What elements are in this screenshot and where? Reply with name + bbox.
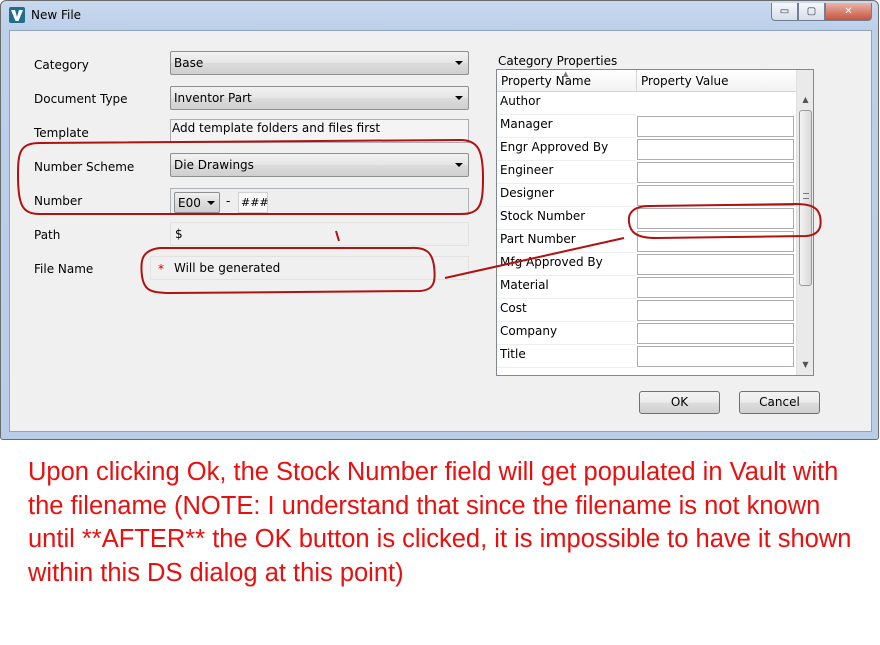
column-header-property-value[interactable]: Property Value: [641, 74, 729, 88]
document-type-value: Inventor Part: [174, 91, 252, 105]
chevron-down-icon: [455, 96, 463, 100]
document-type-label: Document Type: [34, 92, 128, 106]
property-name: Engr Approved By: [500, 140, 609, 154]
grid-header: ▲ Property Name Property Value: [497, 70, 796, 92]
property-name: Engineer: [500, 163, 554, 177]
property-name: Title: [500, 347, 526, 361]
property-value-input[interactable]: [637, 231, 794, 252]
title-bar[interactable]: New File ▭ ▢ ✕: [1, 1, 878, 29]
path-field: [170, 222, 469, 246]
property-value-input[interactable]: [637, 185, 794, 206]
property-row[interactable]: Author: [497, 92, 796, 115]
property-row[interactable]: Cost: [497, 299, 796, 322]
close-icon: ✕: [844, 6, 853, 17]
file-name-value: Will be generated: [174, 261, 281, 275]
template-field[interactable]: Add template folders and files first: [170, 119, 469, 143]
property-name: Manager: [500, 117, 553, 131]
number-group: E00 - ###: [170, 188, 469, 215]
properties-grid[interactable]: ▲ Property Name Property Value Author Man…: [496, 69, 814, 376]
category-label: Category: [34, 58, 89, 72]
scroll-up-arrow-icon[interactable]: ▲: [797, 92, 813, 109]
property-name: Stock Number: [500, 209, 586, 223]
file-name-label: File Name: [34, 262, 94, 276]
property-row[interactable]: Designer: [497, 184, 796, 207]
category-properties-title: Category Properties: [498, 54, 618, 68]
column-header-property-name[interactable]: Property Name: [501, 74, 591, 88]
number-separator: -: [226, 194, 231, 208]
property-value-input[interactable]: [637, 208, 794, 229]
column-divider[interactable]: [636, 70, 637, 92]
minimize-button[interactable]: ▭: [771, 3, 798, 21]
annotation-note: Upon clicking Ok, the Stock Number field…: [28, 458, 852, 587]
path-value: $: [175, 227, 183, 241]
property-value-input[interactable]: [637, 139, 794, 160]
property-row[interactable]: Company: [497, 322, 796, 345]
scroll-thumb[interactable]: [799, 110, 812, 286]
vault-app-icon: [9, 7, 25, 23]
scroll-down-arrow-icon[interactable]: ▼: [797, 356, 813, 373]
property-name: Cost: [500, 301, 527, 315]
grid-rows: Author Manager Engr Approved By Engineer Des…: [497, 92, 796, 368]
new-file-window: New File ▭ ▢ ✕ Category Base Document Ty…: [0, 0, 879, 440]
number-scheme-label: Number Scheme: [34, 160, 135, 174]
path-label: Path: [34, 228, 61, 242]
number-scheme-select[interactable]: Die Drawings: [170, 153, 469, 177]
row-divider: [497, 367, 636, 368]
property-row[interactable]: Material: [497, 276, 796, 299]
number-prefix-value: E00: [178, 196, 201, 210]
ok-button[interactable]: OK: [639, 391, 720, 414]
property-value-input[interactable]: [637, 323, 794, 344]
property-name: Material: [500, 278, 549, 292]
grip-icon: [803, 193, 809, 199]
number-prefix-select[interactable]: E00: [174, 192, 220, 213]
property-row[interactable]: Engineer: [497, 161, 796, 184]
number-pattern-field[interactable]: ###: [238, 192, 269, 213]
document-type-select[interactable]: Inventor Part: [170, 86, 469, 110]
chevron-down-icon: [455, 163, 463, 167]
property-value-input[interactable]: [637, 254, 794, 275]
chevron-down-icon: [455, 61, 463, 65]
category-select[interactable]: Base: [170, 51, 469, 75]
cancel-button[interactable]: Cancel: [739, 391, 820, 414]
property-name: Designer: [500, 186, 554, 200]
property-name: Author: [500, 94, 541, 108]
property-value-input[interactable]: [637, 162, 794, 183]
property-value-input[interactable]: [637, 346, 794, 367]
window-title: New File: [31, 8, 82, 22]
property-name: Mfg Approved By: [500, 255, 603, 269]
maximize-button[interactable]: ▢: [798, 3, 825, 21]
property-value-input[interactable]: [637, 116, 794, 137]
property-value-input[interactable]: [637, 277, 794, 298]
property-row[interactable]: Manager: [497, 115, 796, 138]
number-label: Number: [34, 194, 83, 208]
property-row[interactable]: Part Number: [497, 230, 796, 253]
maximize-icon: ▢: [806, 6, 817, 17]
property-row[interactable]: Stock Number: [497, 207, 796, 230]
property-value-input[interactable]: [637, 300, 794, 321]
property-row[interactable]: Engr Approved By: [497, 138, 796, 161]
property-name: Company: [500, 324, 558, 338]
required-marker: *: [158, 262, 164, 276]
category-value: Base: [174, 56, 204, 70]
template-value: Add template folders and files first: [172, 121, 381, 135]
minimize-icon: ▭: [779, 6, 790, 17]
vertical-scrollbar[interactable]: ▲ ▼: [796, 70, 813, 375]
property-row[interactable]: Title: [497, 345, 796, 368]
property-row[interactable]: Mfg Approved By: [497, 253, 796, 276]
number-scheme-value: Die Drawings: [174, 158, 254, 172]
close-button[interactable]: ✕: [825, 3, 872, 21]
property-name: Part Number: [500, 232, 576, 246]
chevron-down-icon: [207, 201, 215, 205]
dialog-body: Category Base Document Type Inventor Par…: [9, 30, 872, 432]
template-label: Template: [34, 126, 89, 140]
